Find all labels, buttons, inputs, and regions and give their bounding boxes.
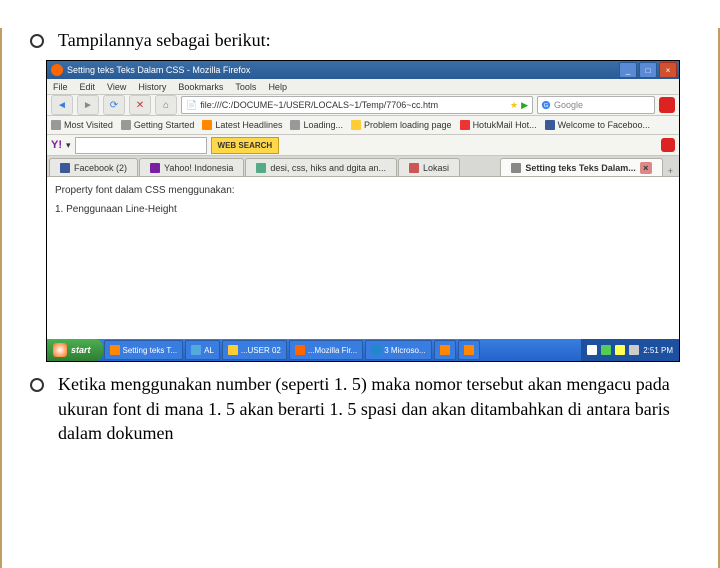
- close-button[interactable]: ×: [659, 62, 677, 78]
- tab-active[interactable]: Setting teks Teks Dalam...×: [500, 158, 662, 176]
- facebook-icon: [545, 120, 555, 130]
- volume-icon[interactable]: [629, 345, 639, 355]
- bookmarks-toolbar: Most Visited Getting Started Latest Head…: [47, 116, 679, 135]
- content-heading: Property font dalam CSS menggunakan:: [55, 185, 671, 196]
- window-title: Setting teks Teks Dalam CSS - Mozilla Fi…: [67, 65, 250, 75]
- app-icon: [440, 345, 450, 355]
- menu-history[interactable]: History: [138, 82, 166, 92]
- tab-bar: Facebook (2) Yahoo! Indonesia desi, css,…: [47, 156, 679, 177]
- app-icon: [371, 345, 381, 355]
- new-tab-button[interactable]: +: [664, 166, 677, 176]
- menu-edit[interactable]: Edit: [80, 82, 96, 92]
- taskbar-item[interactable]: Setting teks T...: [104, 340, 184, 360]
- search-box[interactable]: G Google: [537, 96, 655, 114]
- window-titlebar: Setting teks Teks Dalam CSS - Mozilla Fi…: [47, 61, 679, 79]
- stop-button[interactable]: ✕: [129, 95, 151, 115]
- yahoo-logo-icon[interactable]: Y!: [51, 139, 62, 151]
- tray-icon[interactable]: [615, 345, 625, 355]
- menu-help[interactable]: Help: [268, 82, 287, 92]
- menu-bar: File Edit View History Bookmarks Tools H…: [47, 79, 679, 95]
- bookmark-item[interactable]: HotukMail Hot...: [460, 120, 537, 130]
- nav-toolbar: ◄ ► ⟳ ✕ ⌂ 📄 file:///C:/DOCUME~1/USER/LOC…: [47, 95, 679, 116]
- browser-screenshot: Setting teks Teks Dalam CSS - Mozilla Fi…: [46, 60, 680, 362]
- tray-icon[interactable]: [601, 345, 611, 355]
- bookmark-item[interactable]: Welcome to Faceboo...: [545, 120, 650, 130]
- content-line: 1. Penggunaan Line-Height: [55, 204, 671, 215]
- chat-icon: [256, 163, 266, 173]
- outro-text: Ketika menggunakan number (seperti 1. 5)…: [58, 372, 698, 445]
- tray-icon[interactable]: [587, 345, 597, 355]
- back-button[interactable]: ◄: [51, 95, 73, 115]
- loading-icon: [290, 120, 300, 130]
- taskbar-item[interactable]: [458, 340, 480, 360]
- menu-view[interactable]: View: [107, 82, 126, 92]
- go-icon[interactable]: ▶: [521, 100, 528, 111]
- page-content: Property font dalam CSS menggunakan: 1. …: [47, 177, 679, 339]
- taskbar-item[interactable]: 3 Microso...: [365, 340, 431, 360]
- bookmark-item[interactable]: Most Visited: [51, 120, 113, 130]
- taskbar-item[interactable]: ...Mozilla Fir...: [289, 340, 363, 360]
- search-placeholder: Google: [554, 100, 583, 110]
- app-icon: [110, 345, 120, 355]
- yahoo-search-button[interactable]: WEB SEARCH: [211, 137, 280, 154]
- bullet-icon: [30, 378, 44, 392]
- page-icon: [511, 163, 521, 173]
- yahoo-toolbar: Y! ▾ WEB SEARCH: [47, 135, 679, 156]
- menu-tools[interactable]: Tools: [235, 82, 256, 92]
- tab-close-icon[interactable]: ×: [640, 162, 652, 174]
- tab-chat[interactable]: desi, css, hiks and dgita an...: [245, 158, 397, 176]
- location-icon: [409, 163, 419, 173]
- app-icon: [295, 345, 305, 355]
- menu-file[interactable]: File: [53, 82, 68, 92]
- google-icon: G: [541, 100, 551, 110]
- windows-logo-icon: [53, 343, 67, 357]
- taskbar-item[interactable]: [434, 340, 456, 360]
- windows-taskbar: start Setting teks T... AL ...USER 02 ..…: [47, 339, 679, 361]
- folder-icon: [51, 120, 61, 130]
- taskbar-item[interactable]: AL: [185, 340, 220, 360]
- bookmark-item[interactable]: Latest Headlines: [202, 120, 282, 130]
- menu-bookmarks[interactable]: Bookmarks: [178, 82, 223, 92]
- start-button[interactable]: start: [47, 339, 103, 361]
- app-icon: [228, 345, 238, 355]
- svg-text:G: G: [544, 103, 549, 109]
- app-icon: [191, 345, 201, 355]
- warning-icon: [351, 120, 361, 130]
- yahoo-dropdown-icon[interactable]: ▾: [66, 140, 71, 151]
- reload-button[interactable]: ⟳: [103, 95, 125, 115]
- address-text: file:///C:/DOCUME~1/USER/LOCALS~1/Temp/7…: [200, 100, 507, 110]
- page-icon: [121, 120, 131, 130]
- taskbar-item[interactable]: ...USER 02: [222, 340, 287, 360]
- forward-button[interactable]: ►: [77, 95, 99, 115]
- tab-facebook[interactable]: Facebook (2): [49, 158, 138, 176]
- clock[interactable]: 2:51 PM: [643, 346, 673, 355]
- tab-yahoo[interactable]: Yahoo! Indonesia: [139, 158, 244, 176]
- minimize-button[interactable]: _: [619, 62, 637, 78]
- bookmark-item[interactable]: Getting Started: [121, 120, 195, 130]
- yahoo-addon-icon[interactable]: [661, 138, 675, 152]
- facebook-icon: [60, 163, 70, 173]
- firefox-icon: [51, 64, 63, 76]
- tab-lokasi[interactable]: Lokasi: [398, 158, 460, 176]
- system-tray: 2:51 PM: [581, 339, 679, 361]
- app-icon: [464, 345, 474, 355]
- page-favicon-icon: 📄: [186, 100, 197, 111]
- bookmark-item[interactable]: Loading...: [290, 120, 343, 130]
- home-button[interactable]: ⌂: [155, 95, 177, 115]
- addon-icon[interactable]: [659, 97, 675, 113]
- bookmark-star-icon[interactable]: ★: [510, 100, 518, 111]
- address-bar[interactable]: 📄 file:///C:/DOCUME~1/USER/LOCALS~1/Temp…: [181, 96, 533, 114]
- intro-text: Tampilannya sebagai berikut:: [58, 28, 271, 52]
- yahoo-search-input[interactable]: [75, 137, 207, 154]
- bullet-icon: [30, 34, 44, 48]
- yahoo-icon: [150, 163, 160, 173]
- mail-icon: [460, 120, 470, 130]
- bookmark-item[interactable]: Problem loading page: [351, 120, 452, 130]
- maximize-button[interactable]: □: [639, 62, 657, 78]
- feed-icon: [202, 120, 212, 130]
